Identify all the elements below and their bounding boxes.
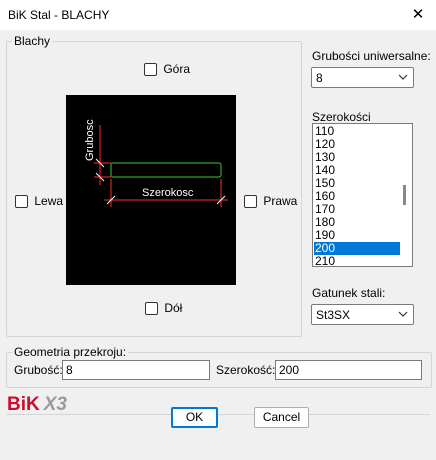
checkbox-box[interactable] — [244, 195, 257, 209]
list-item[interactable]: 210 — [314, 255, 401, 267]
grubosci-combo[interactable]: 8 — [311, 67, 414, 88]
plate-drawing: Grubosc Szerokosc — [84, 119, 228, 207]
cancel-button[interactable]: Cancel — [254, 407, 309, 428]
gora-checkbox[interactable]: Góra — [144, 62, 191, 77]
gatunek-combo[interactable]: St3SX — [311, 304, 414, 325]
close-icon[interactable]: ✕ — [406, 4, 430, 26]
geometria-legend: Geometria przekroju: — [12, 345, 129, 359]
szerokosc-value: 200 — [279, 363, 300, 377]
checkbox-box[interactable] — [15, 195, 28, 209]
window-title: BiK Stal - BLACHY — [8, 8, 110, 22]
grubosci-value: 8 — [316, 71, 323, 85]
szerokosc-label: Szerokość: — [216, 363, 276, 377]
scrollbar-thumb[interactable] — [403, 185, 406, 205]
grubosc-value: 8 — [66, 363, 73, 377]
plate-outline — [110, 162, 222, 178]
lewa-label: Lewa — [34, 194, 64, 208]
grubosci-label: Grubości uniwersalne: — [312, 49, 431, 63]
lewa-checkbox[interactable]: Lewa — [15, 194, 64, 209]
grubosc-field[interactable]: 8 — [62, 360, 210, 380]
chevron-down-icon — [398, 74, 408, 80]
gora-label: Góra — [163, 62, 191, 76]
plate-preview: Grubosc Szerokosc — [66, 95, 236, 285]
checkbox-box[interactable] — [144, 63, 157, 77]
bik-x3-logo: BiK X3 — [7, 394, 67, 416]
scrollbar[interactable] — [400, 125, 411, 265]
gatunek-label: Gatunek stali: — [312, 286, 386, 300]
grubosc-label: Grubość: — [14, 363, 63, 377]
prawa-label: Prawa — [263, 194, 298, 208]
checkbox-box[interactable] — [145, 302, 158, 316]
dol-checkbox[interactable]: Dół — [145, 301, 183, 316]
szerokosci-label: Szerokości — [312, 110, 371, 124]
gatunek-value: St3SX — [316, 308, 351, 322]
blachy-legend: Blachy — [12, 34, 53, 48]
thickness-dim-label: Grubosc — [84, 119, 96, 161]
dol-label: Dół — [164, 301, 183, 315]
ok-button[interactable]: OK — [171, 407, 218, 428]
logo-x3-text: X3 — [43, 394, 67, 415]
separator — [6, 414, 430, 415]
width-dim-label: Szerokosc — [142, 187, 194, 199]
szerokosci-listbox[interactable]: 110 120 130 140 150 160 170 180 190 200 210 — [312, 123, 413, 267]
prawa-checkbox[interactable]: Prawa — [244, 194, 298, 209]
chevron-down-icon — [398, 311, 408, 317]
logo-bik-text: BiK — [7, 394, 40, 415]
szerokosc-field[interactable]: 200 — [275, 360, 422, 380]
